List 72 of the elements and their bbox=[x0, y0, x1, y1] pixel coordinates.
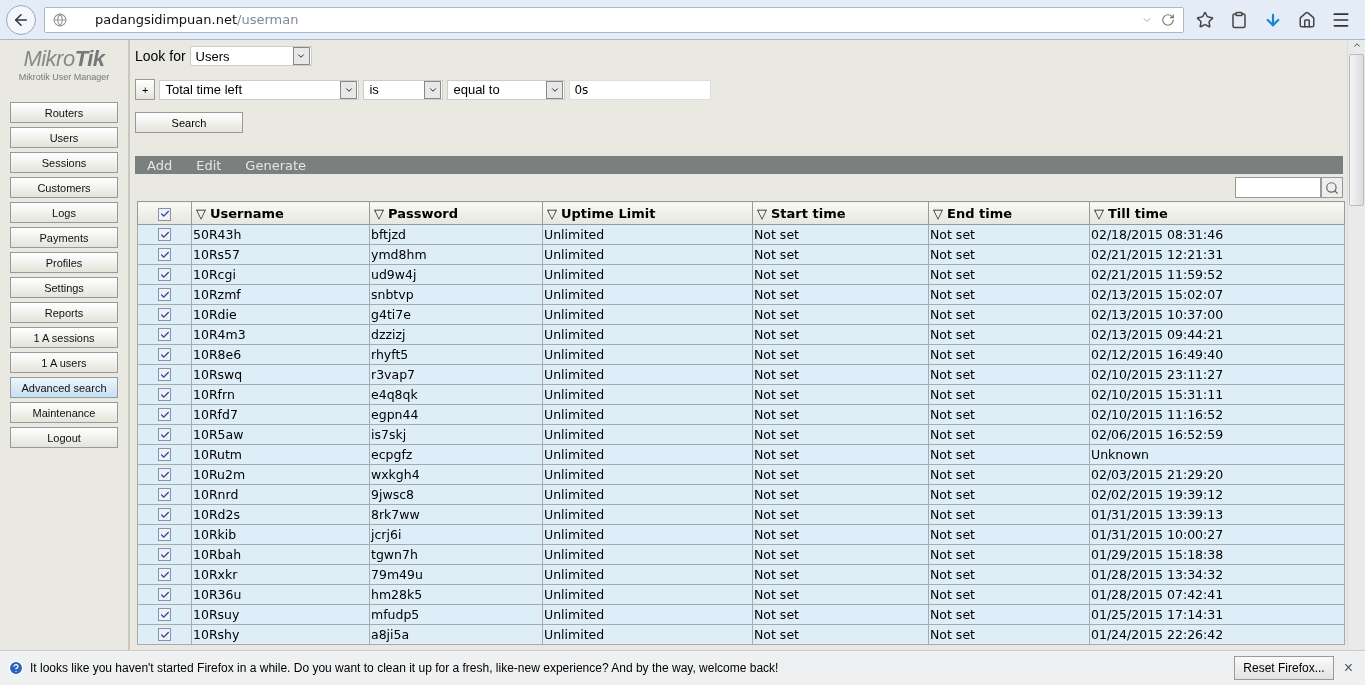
address-bar[interactable]: padangsidimpuan.net/userman bbox=[44, 6, 1184, 33]
look-for-label: Look for bbox=[135, 48, 186, 64]
reload-icon[interactable] bbox=[1161, 12, 1175, 27]
column-header[interactable]: ▽ End time bbox=[928, 201, 1090, 225]
search-icon bbox=[1325, 180, 1339, 195]
row-checkbox[interactable] bbox=[158, 408, 171, 421]
row-checkbox[interactable] bbox=[158, 428, 171, 441]
column-header[interactable]: ▽ Uptime Limit bbox=[542, 201, 753, 225]
close-button[interactable]: × bbox=[1339, 659, 1357, 677]
nav-button[interactable]: Sessions bbox=[10, 152, 118, 173]
row-checkbox[interactable] bbox=[158, 548, 171, 561]
mikrotik-logo: MikroTik bbox=[23, 46, 105, 72]
notification-message: It looks like you haven't started Firefox in a while. Do you want to clean it up for a fresh, like-new experience? And by the way, welcome back! bbox=[30, 661, 780, 675]
look-for-select[interactable]: Users bbox=[189, 46, 312, 66]
nav-button[interactable]: Advanced search bbox=[10, 377, 118, 398]
row-checkbox[interactable] bbox=[158, 228, 171, 241]
nav-button[interactable]: Settings bbox=[10, 277, 118, 298]
nav-button[interactable]: Profiles bbox=[10, 252, 118, 273]
nav-button[interactable]: Maintenance bbox=[10, 402, 118, 423]
url-path: /userman bbox=[237, 12, 299, 27]
field-select[interactable]: Total time left bbox=[159, 79, 360, 100]
row-checkbox[interactable] bbox=[158, 388, 171, 401]
comparison-select[interactable]: equal to bbox=[447, 79, 566, 100]
operator-select[interactable]: is bbox=[363, 79, 444, 100]
row-checkbox[interactable] bbox=[158, 488, 171, 501]
column-header[interactable]: ▽ Username bbox=[191, 201, 370, 225]
column-header[interactable]: ▽ Till time bbox=[1089, 201, 1345, 225]
column-header[interactable]: ▽ Start time bbox=[752, 201, 929, 225]
url-host: padangsidimpuan.net bbox=[95, 12, 237, 27]
reset-firefox-button[interactable]: Reset Firefox... bbox=[1234, 656, 1334, 680]
add-condition-button[interactable]: + bbox=[135, 79, 156, 100]
globe-icon bbox=[53, 12, 67, 27]
nav-button[interactable]: Payments bbox=[10, 227, 118, 248]
row-checkbox[interactable] bbox=[158, 568, 171, 581]
row-checkbox[interactable] bbox=[158, 268, 171, 281]
nav-button[interactable]: Reports bbox=[10, 302, 118, 323]
back-button[interactable] bbox=[6, 4, 36, 35]
scrollbar[interactable] bbox=[1347, 40, 1365, 650]
search-button[interactable] bbox=[1321, 177, 1343, 198]
row-checkbox[interactable] bbox=[158, 348, 171, 361]
row-checkbox[interactable] bbox=[158, 468, 171, 481]
nav-button[interactable]: Users bbox=[10, 127, 118, 148]
scroll-up-icon[interactable] bbox=[1351, 40, 1362, 50]
caret-icon bbox=[296, 51, 307, 61]
nav-button[interactable]: 1 A sessions bbox=[10, 327, 118, 348]
bookmark-star-icon[interactable] bbox=[1196, 10, 1214, 29]
row-checkbox[interactable] bbox=[158, 588, 171, 601]
nav-button[interactable]: Routers bbox=[10, 102, 118, 123]
row-checkbox[interactable] bbox=[158, 508, 171, 521]
row-checkbox[interactable] bbox=[158, 288, 171, 301]
search-button[interactable]: Search bbox=[135, 112, 243, 133]
row-checkbox[interactable] bbox=[158, 628, 171, 641]
nav-button[interactable]: 1 A users bbox=[10, 352, 118, 373]
row-checkbox[interactable] bbox=[158, 528, 171, 541]
row-checkbox[interactable] bbox=[158, 248, 171, 261]
home-icon[interactable] bbox=[1298, 10, 1316, 29]
clipboard-icon[interactable] bbox=[1230, 10, 1248, 29]
row-checkbox[interactable] bbox=[158, 328, 171, 341]
value-field[interactable]: 0s bbox=[569, 79, 712, 100]
help-icon bbox=[8, 660, 24, 676]
scroll-thumb[interactable] bbox=[1349, 54, 1364, 206]
row-checkbox[interactable] bbox=[158, 368, 171, 381]
logo-subtitle: Mikrotik User Manager bbox=[18, 72, 110, 82]
select-all-checkbox[interactable] bbox=[158, 207, 171, 221]
row-checkbox[interactable] bbox=[158, 608, 171, 621]
column-header[interactable]: ▽ Password bbox=[369, 201, 543, 225]
nav-button[interactable]: Logs bbox=[10, 202, 118, 223]
nav-button[interactable]: Customers bbox=[10, 177, 118, 198]
nav-button[interactable]: Logout bbox=[10, 427, 118, 448]
row-checkbox[interactable] bbox=[158, 448, 171, 461]
filter-field[interactable] bbox=[1235, 177, 1321, 198]
row-checkbox[interactable] bbox=[158, 308, 171, 321]
